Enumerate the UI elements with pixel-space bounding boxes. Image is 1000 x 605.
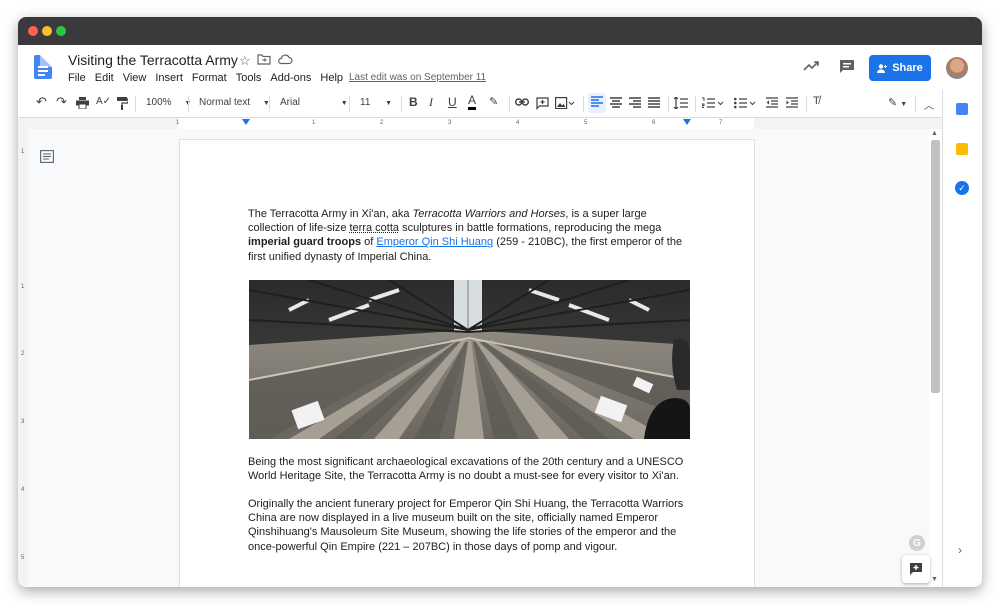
numbered-list-icon[interactable] — [701, 97, 724, 112]
calendar-icon[interactable] — [956, 103, 968, 115]
menu-addons[interactable]: Add-ons — [270, 72, 311, 84]
chevron-down-icon: ▼ — [900, 101, 908, 108]
grammarly-icon[interactable]: G — [909, 535, 925, 551]
ruler-mark: 4 — [516, 120, 520, 126]
align-justify-icon[interactable] — [648, 97, 660, 111]
side-panel: ✓ › — [942, 90, 982, 587]
comments-icon[interactable] — [839, 59, 855, 78]
menu-help[interactable]: Help — [320, 72, 343, 84]
ruler-mark: 1 — [312, 120, 316, 126]
add-comment-icon — [910, 563, 922, 575]
bulleted-list-icon[interactable] — [734, 97, 756, 112]
ruler-mark: 2 — [21, 351, 25, 357]
ruler-mark: 7 — [719, 120, 723, 126]
star-icon[interactable]: ☆ — [239, 53, 251, 69]
align-left-icon[interactable] — [588, 93, 606, 113]
close-window-button[interactable] — [28, 26, 38, 36]
right-indent-marker-icon[interactable] — [683, 119, 691, 125]
minimize-window-button[interactable] — [42, 26, 52, 36]
highlight-color-icon[interactable]: ✎ — [489, 95, 498, 108]
paint-format-icon[interactable] — [116, 97, 129, 113]
menu-edit[interactable]: Edit — [95, 72, 114, 84]
window-titlebar — [18, 17, 982, 45]
undo-icon[interactable]: ↶ — [36, 94, 47, 110]
redo-icon[interactable]: ↷ — [56, 94, 67, 110]
font-size-value: 11 — [360, 97, 371, 108]
move-folder-icon[interactable] — [257, 53, 271, 69]
ruler-mark: 3 — [21, 419, 25, 425]
chevron-down-icon: ▼ — [385, 100, 393, 107]
align-right-icon[interactable] — [629, 97, 641, 111]
font-select[interactable]: Arial ▼ — [280, 97, 348, 108]
font-value: Arial — [280, 97, 301, 108]
zoom-select[interactable]: 100% ▼ — [146, 97, 191, 108]
ruler-mark: 5 — [21, 555, 25, 561]
ruler-mark: 2 — [380, 120, 384, 126]
paragraph-2[interactable]: Being the most significant archaeologica… — [248, 455, 690, 483]
line-spacing-icon[interactable] — [673, 96, 688, 112]
spellcheck-icon[interactable]: A✓ — [96, 96, 111, 107]
menu-bar: File Edit View Insert Format Tools Add-o… — [68, 72, 343, 84]
paragraph-1[interactable]: The Terracotta Army in Xi'an, aka Terrac… — [248, 207, 690, 264]
document-title[interactable]: Visiting the Terracotta Army — [68, 52, 238, 68]
keep-icon[interactable] — [956, 143, 968, 155]
add-comment-button[interactable] — [902, 555, 930, 583]
menu-format[interactable]: Format — [192, 72, 227, 84]
document-outline-icon[interactable] — [40, 150, 54, 166]
menu-view[interactable]: View — [123, 72, 147, 84]
collapse-toolbar-icon[interactable]: ︿ — [924, 97, 934, 112]
ruler-mark: 1 — [176, 120, 180, 126]
ruler-mark: 3 — [448, 120, 452, 126]
ruler-mark: 4 — [21, 487, 25, 493]
menu-file[interactable]: File — [68, 72, 86, 84]
horizontal-ruler[interactable]: 1 1 2 3 4 5 6 7 — [18, 118, 942, 129]
insert-comment-icon[interactable] — [536, 97, 549, 113]
menu-insert[interactable]: Insert — [155, 72, 183, 84]
ruler-mark: 1 — [21, 149, 25, 155]
paragraph-3[interactable]: Originally the ancient funerary project … — [248, 497, 690, 554]
print-icon[interactable] — [76, 97, 89, 112]
share-label: Share — [892, 62, 923, 74]
text-color-icon[interactable]: A — [468, 94, 477, 110]
clear-formatting-icon[interactable]: T̸ — [813, 95, 820, 107]
share-button[interactable]: Share — [869, 55, 931, 81]
ruler-mark: 6 — [652, 120, 656, 126]
editing-mode-icon[interactable]: ✎ ▼ — [888, 96, 907, 109]
docs-logo-icon[interactable] — [34, 55, 52, 79]
bold-icon[interactable]: B — [409, 95, 418, 109]
maximize-window-button[interactable] — [56, 26, 66, 36]
last-edit-link[interactable]: Last edit was on September 11 — [349, 72, 486, 83]
terracotta-army-photo[interactable] — [249, 280, 690, 439]
expand-side-panel-icon[interactable]: › — [958, 543, 962, 557]
paragraph-style-value: Normal text — [199, 97, 251, 108]
left-indent-marker-icon[interactable] — [242, 119, 250, 125]
menu-tools[interactable]: Tools — [236, 72, 262, 84]
increase-indent-icon[interactable] — [786, 97, 798, 111]
scroll-up-icon[interactable]: ▲ — [931, 130, 938, 137]
vertical-ruler[interactable]: 1 1 2 3 4 5 — [18, 129, 28, 587]
add-person-icon — [877, 63, 888, 73]
align-center-icon[interactable] — [610, 97, 622, 111]
italic-icon[interactable]: I — [429, 95, 433, 110]
insert-image-icon[interactable] — [555, 97, 575, 112]
emperor-link[interactable]: Emperor Qin Shi Huang — [376, 236, 493, 248]
cloud-status-icon[interactable] — [277, 53, 293, 69]
underline-icon[interactable]: U — [448, 95, 457, 109]
scroll-down-icon[interactable]: ▼ — [931, 576, 938, 583]
ruler-mark: 5 — [584, 120, 588, 126]
tasks-icon[interactable]: ✓ — [955, 181, 969, 195]
avatar[interactable] — [946, 57, 968, 79]
decrease-indent-icon[interactable] — [766, 97, 778, 111]
zoom-value: 100% — [146, 97, 172, 108]
scrollbar-thumb[interactable] — [931, 140, 940, 393]
insert-link-icon[interactable] — [514, 97, 530, 110]
font-size-select[interactable]: 11 ▼ — [360, 97, 392, 108]
browser-window: Visiting the Terracotta Army ☆ File Edit… — [18, 17, 982, 587]
paragraph-style-select[interactable]: Normal text ▼ — [199, 97, 270, 108]
chevron-down-icon: ▼ — [340, 100, 348, 107]
ruler-mark: 1 — [21, 284, 25, 290]
document-page[interactable]: The Terracotta Army in Xi'an, aka Terrac… — [179, 139, 755, 587]
formatting-toolbar: ↶ ↷ A✓ 100% ▼ Normal text ▼ Arial ▼ 11 ▼… — [18, 90, 942, 118]
activity-trend-icon[interactable] — [803, 59, 819, 77]
